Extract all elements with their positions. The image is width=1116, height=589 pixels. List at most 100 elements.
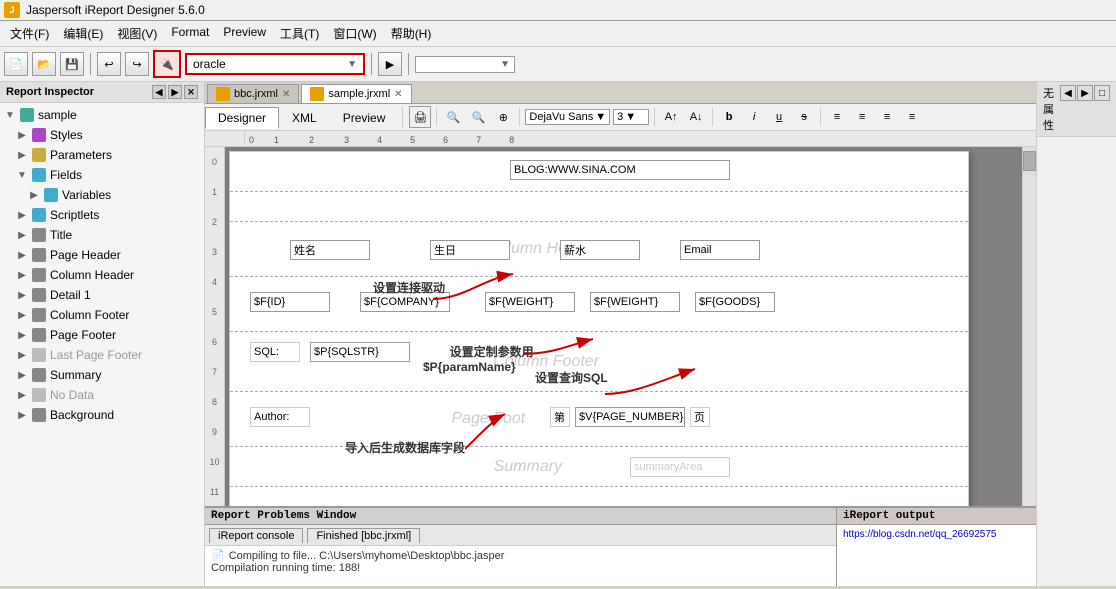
fmt-sep-1 [436, 108, 437, 126]
detail-field-4[interactable]: $F{WEIGHT} [590, 292, 680, 312]
inspector-nav-right[interactable]: ▶ [168, 85, 182, 99]
font-combo[interactable]: DejaVu Sans ▼ [525, 109, 610, 125]
tree-item-summary[interactable]: ▶Summary [0, 365, 204, 385]
datasource-combo[interactable]: oracle ▼ [185, 53, 365, 75]
tree-item-parameters[interactable]: ▶Parameters [0, 145, 204, 165]
item-icon-svg [32, 288, 46, 302]
tree-item-icon [31, 347, 47, 363]
secondary-combo[interactable]: ▼ [415, 56, 515, 73]
align-center-button[interactable]: ≡ [851, 106, 873, 128]
page-number-field[interactable]: $V{PAGE_NUMBER} [575, 407, 685, 427]
menu-item-preview[interactable]: Preview [217, 23, 272, 44]
tree-item-last-page-footer[interactable]: ▶Last Page Footer [0, 345, 204, 365]
zoom-select-button[interactable]: ⊕ [492, 106, 514, 128]
tree-item-sample[interactable]: ▼sample [0, 105, 204, 125]
tree-item-styles[interactable]: ▶Styles [0, 125, 204, 145]
nav-left-btn[interactable]: ◀ [1060, 85, 1076, 101]
item-icon-svg [32, 228, 46, 242]
menu-item-t[interactable]: 工具(T) [274, 23, 325, 44]
expand-icon: ▶ [16, 309, 28, 321]
menu-item-f[interactable]: 文件(F) [4, 23, 55, 44]
birthday-header-field[interactable]: 生日 [430, 240, 510, 260]
bold-button[interactable]: b [718, 106, 740, 128]
size-combo[interactable]: 3 ▼ [613, 109, 649, 125]
font-size-up[interactable]: A↑ [660, 106, 682, 128]
inspector-close[interactable]: ✕ [184, 85, 198, 99]
email-header-field[interactable]: Email [680, 240, 760, 260]
align-left-button[interactable]: ≡ [826, 106, 848, 128]
finished-tab[interactable]: Finished [bbc.jrxml] [307, 528, 420, 543]
detail-field-1[interactable]: $F{ID} [250, 292, 330, 312]
scrollbar-v-thumb[interactable] [1023, 151, 1036, 171]
save-button[interactable]: 💾 [60, 52, 84, 76]
bottom-panels: Report Problems Window iReport console F… [205, 506, 1036, 586]
italic-button[interactable]: i [743, 106, 765, 128]
size-combo-arrow: ▼ [625, 111, 636, 123]
inspector-nav-left[interactable]: ◀ [152, 85, 166, 99]
detail-field-3[interactable]: $F{WEIGHT} [485, 292, 575, 312]
blog-field[interactable]: BLOG:WWW.SINA.COM [510, 160, 730, 180]
open-button[interactable]: 📂 [32, 52, 56, 76]
font-size-down[interactable]: A↓ [685, 106, 707, 128]
menu-item-h[interactable]: 帮助(H) [385, 23, 438, 44]
sub-tabs: DesignerXMLPreview [205, 107, 398, 128]
canvas-wrapper[interactable]: 0 1 2 3 4 5 6 7 8 0 1 2 3 4 [205, 131, 1036, 506]
scrollbar-v[interactable] [1022, 131, 1036, 506]
datasource-button[interactable]: 🔌 [153, 50, 181, 78]
run-button[interactable]: ▶ [378, 52, 402, 76]
tabs-bar: bbc.jrxml✕ sample.jrxml ✕ [205, 82, 1036, 104]
tree-item-no-data[interactable]: ▶No Data [0, 385, 204, 405]
tab-label: sample.jrxml [328, 88, 390, 100]
tree-item-column-footer[interactable]: ▶Column Footer [0, 305, 204, 325]
tab-close[interactable]: ✕ [394, 89, 402, 100]
tree-item-detail-1[interactable]: ▶Detail 1 [0, 285, 204, 305]
menu-item-e[interactable]: 编辑(E) [57, 23, 109, 44]
sub-tab-designer[interactable]: Designer [205, 107, 279, 129]
sub-tab-preview[interactable]: Preview [330, 107, 399, 128]
tree-item-icon [19, 107, 35, 123]
detail-field-5[interactable]: $F{GOODS} [695, 292, 775, 312]
toolbar: 📄 📂 💾 ↩ ↪ 🔌 oracle ▼ ▶ ▼ [0, 47, 1116, 82]
underline-button[interactable]: u [768, 106, 790, 128]
tree-item-page-footer[interactable]: ▶Page Footer [0, 325, 204, 345]
main-area: Report Inspector ◀ ▶ ✕ ▼sample▶Styles▶Pa… [0, 82, 1116, 586]
tree-item-column-header[interactable]: ▶Column Header [0, 265, 204, 285]
align-justify-button[interactable]: ≡ [901, 106, 923, 128]
nav-maximize-btn[interactable]: □ [1094, 85, 1110, 101]
output-panel-content: https://blog.csdn.net/qq_26692575 [837, 525, 1036, 543]
new-button[interactable]: 📄 [4, 52, 28, 76]
strikethrough-button[interactable]: s [793, 106, 815, 128]
report-canvas: BLOG:WWW.SINA.COM Column Header 姓名 [229, 151, 969, 506]
undo-button[interactable]: ↩ [97, 52, 121, 76]
nav-right-btn[interactable]: ▶ [1077, 85, 1093, 101]
name-header-field[interactable]: 姓名 [290, 240, 370, 260]
tab-close[interactable]: ✕ [282, 89, 290, 100]
tree-item-variables[interactable]: ▶Variables [0, 185, 204, 205]
console-tab[interactable]: iReport console [209, 528, 303, 543]
zoom-in-button[interactable]: 🔍 [467, 106, 489, 128]
tree-item-background[interactable]: ▶Background [0, 405, 204, 425]
tree-item-fields[interactable]: ▼Fields [0, 165, 204, 185]
print-button[interactable]: 🖨 [409, 106, 431, 128]
salary-header-field[interactable]: 薪水 [560, 240, 640, 260]
sql-value-field[interactable]: $P{SQLSTR} [310, 342, 410, 362]
tab-samplejrxml[interactable]: sample.jrxml ✕ [301, 84, 411, 103]
expand-icon: ▶ [16, 269, 28, 281]
csdn-url[interactable]: https://blog.csdn.net/qq_26692575 [843, 529, 996, 540]
sub-tab-xml[interactable]: XML [279, 107, 330, 128]
tree-item-page-header[interactable]: ▶Page Header [0, 245, 204, 265]
menu-item-format[interactable]: Format [165, 23, 215, 44]
tree-item-title[interactable]: ▶Title [0, 225, 204, 245]
menu-item-v[interactable]: 视图(V) [111, 23, 163, 44]
expand-icon: ▶ [16, 149, 28, 161]
sql-label: SQL: [250, 342, 300, 362]
redo-button[interactable]: ↪ [125, 52, 149, 76]
zoom-out-button[interactable]: 🔍 [442, 106, 464, 128]
align-right-button[interactable]: ≡ [876, 106, 898, 128]
menu-item-w[interactable]: 窗口(W) [327, 23, 382, 44]
tab-bbcjrxml[interactable]: bbc.jrxml✕ [207, 84, 299, 103]
tree-item-label: Page Header [50, 248, 121, 262]
detail-field-2[interactable]: $F{COMPANY} [360, 292, 450, 312]
tree-item-scriptlets[interactable]: ▶Scriptlets [0, 205, 204, 225]
right-panel-header: 无属性 ◀ ▶ □ [1037, 82, 1116, 137]
